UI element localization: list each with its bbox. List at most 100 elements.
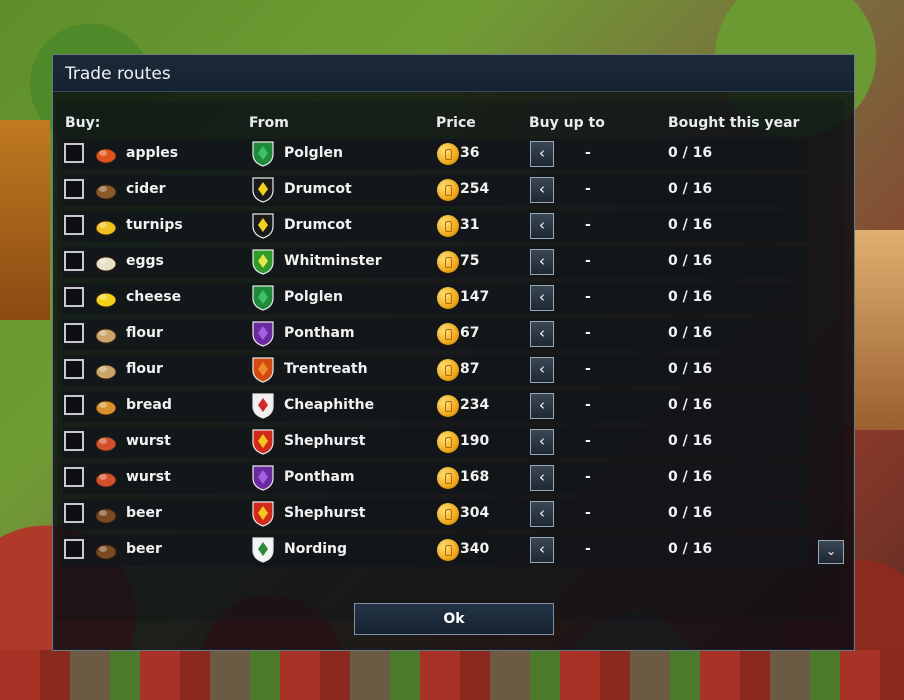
- source-town: Cheaphithe: [284, 397, 375, 413]
- buy-checkbox[interactable]: [64, 179, 84, 199]
- dialog-titlebar: Trade routes: [53, 55, 854, 92]
- price-value: 75: [460, 253, 480, 269]
- buy-checkbox[interactable]: [64, 287, 84, 307]
- trade-route-row: bread Cheaphithe 234 ‹ - 0 / 16: [62, 391, 808, 422]
- trade-route-row: wurst Pontham 168 ‹ - 0 / 16: [62, 463, 808, 494]
- decrease-buy-limit-button[interactable]: ‹: [530, 321, 554, 347]
- town-crest-icon: [252, 465, 274, 491]
- decrease-buy-limit-button[interactable]: ‹: [530, 177, 554, 203]
- good-name: beer: [126, 505, 162, 521]
- decrease-buy-limit-button[interactable]: ‹: [530, 465, 554, 491]
- price-value: 340: [460, 541, 490, 557]
- price-value: 67: [460, 325, 480, 341]
- background-roof-left: [0, 120, 50, 320]
- buy-checkbox[interactable]: [64, 359, 84, 379]
- bought-this-year-value: 0 / 16: [668, 361, 713, 377]
- gold-coin-icon: [437, 503, 459, 525]
- decrease-buy-limit-button[interactable]: ‹: [530, 429, 554, 455]
- ok-button[interactable]: Ok: [354, 603, 554, 635]
- bought-this-year-value: 0 / 16: [668, 145, 713, 161]
- decrease-buy-limit-button[interactable]: ‹: [530, 249, 554, 275]
- buy-checkbox[interactable]: [64, 503, 84, 523]
- source-town: Shephurst: [284, 433, 366, 449]
- town-crest-icon: [252, 213, 274, 239]
- buy-up-to-value: -: [585, 541, 591, 557]
- bought-this-year-value: 0 / 16: [668, 469, 713, 485]
- decrease-buy-limit-button[interactable]: ‹: [530, 141, 554, 167]
- price-value: 168: [460, 469, 490, 485]
- town-crest-icon: [252, 393, 274, 419]
- scroll-down-button[interactable]: ⌄: [818, 540, 844, 564]
- decrease-buy-limit-button[interactable]: ‹: [530, 501, 554, 527]
- buy-up-to-value: -: [585, 397, 591, 413]
- buy-checkbox[interactable]: [64, 251, 84, 271]
- buy-checkbox[interactable]: [64, 143, 84, 163]
- flour-icon: [94, 358, 118, 382]
- gold-coin-icon: [437, 323, 459, 345]
- beer-icon: [94, 538, 118, 562]
- trade-route-row: flour Pontham 67 ‹ - 0 / 16: [62, 319, 808, 350]
- buy-up-to-value: -: [585, 253, 591, 269]
- chevron-left-icon: ‹: [539, 468, 545, 486]
- gold-coin-icon: [437, 287, 459, 309]
- chevron-left-icon: ‹: [539, 504, 545, 522]
- town-crest-icon: [252, 429, 274, 455]
- decrease-buy-limit-button[interactable]: ‹: [530, 285, 554, 311]
- buy-checkbox[interactable]: [64, 395, 84, 415]
- turnips-icon: [94, 214, 118, 238]
- bought-this-year-value: 0 / 16: [668, 217, 713, 233]
- source-town: Drumcot: [284, 217, 352, 233]
- price-value: 304: [460, 505, 490, 521]
- good-name: wurst: [126, 469, 171, 485]
- decrease-buy-limit-button[interactable]: ‹: [530, 213, 554, 239]
- gold-coin-icon: [437, 539, 459, 561]
- town-crest-icon: [252, 537, 274, 563]
- beer-icon: [94, 502, 118, 526]
- buy-checkbox[interactable]: [64, 431, 84, 451]
- source-town: Whitminster: [284, 253, 382, 269]
- gold-coin-icon: [437, 359, 459, 381]
- eggs-icon: [94, 250, 118, 274]
- gold-coin-icon: [437, 431, 459, 453]
- town-crest-icon: [252, 141, 274, 167]
- good-name: cider: [126, 181, 166, 197]
- trade-route-row: flour Trentreath 87 ‹ - 0 / 16: [62, 355, 808, 386]
- town-crest-icon: [252, 285, 274, 311]
- bought-this-year-value: 0 / 16: [668, 253, 713, 269]
- bread-icon: [94, 394, 118, 418]
- buy-checkbox[interactable]: [64, 539, 84, 559]
- cheese-icon: [94, 286, 118, 310]
- header-buy: Buy:: [65, 115, 101, 131]
- trade-route-row: beer Shephurst 304 ‹ - 0 / 16: [62, 499, 808, 530]
- bought-this-year-value: 0 / 16: [668, 181, 713, 197]
- buy-up-to-value: -: [585, 217, 591, 233]
- price-value: 234: [460, 397, 490, 413]
- trade-route-row: wurst Shephurst 190 ‹ - 0 / 16: [62, 427, 808, 458]
- good-name: apples: [126, 145, 179, 161]
- buy-checkbox[interactable]: [64, 323, 84, 343]
- decrease-buy-limit-button[interactable]: ‹: [530, 537, 554, 563]
- buy-up-to-value: -: [585, 361, 591, 377]
- good-name: beer: [126, 541, 162, 557]
- decrease-buy-limit-button[interactable]: ‹: [530, 357, 554, 383]
- buy-checkbox[interactable]: [64, 215, 84, 235]
- decrease-buy-limit-button[interactable]: ‹: [530, 393, 554, 419]
- header-price: Price: [436, 115, 476, 131]
- buy-up-to-value: -: [585, 289, 591, 305]
- gold-coin-icon: [437, 179, 459, 201]
- chevron-left-icon: ‹: [539, 360, 545, 378]
- chevron-left-icon: ‹: [539, 216, 545, 234]
- buy-up-to-value: -: [585, 469, 591, 485]
- bought-this-year-value: 0 / 16: [668, 433, 713, 449]
- buy-checkbox[interactable]: [64, 467, 84, 487]
- chevron-left-icon: ‹: [539, 432, 545, 450]
- town-crest-icon: [252, 249, 274, 275]
- town-crest-icon: [252, 501, 274, 527]
- gold-coin-icon: [437, 395, 459, 417]
- gold-coin-icon: [437, 143, 459, 165]
- gold-coin-icon: [437, 467, 459, 489]
- trade-route-row: beer Nording 340 ‹ - 0 / 16: [62, 535, 808, 566]
- source-town: Shephurst: [284, 505, 366, 521]
- wurst-icon: [94, 430, 118, 454]
- background-building-right: [855, 230, 904, 430]
